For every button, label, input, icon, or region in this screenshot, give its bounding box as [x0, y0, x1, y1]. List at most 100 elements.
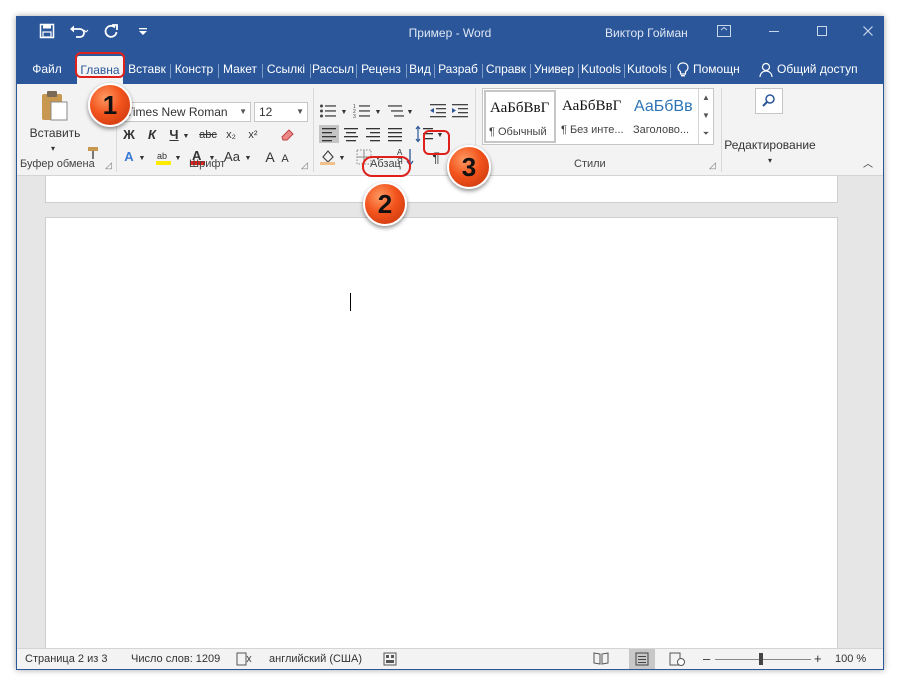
tab-separator — [434, 64, 435, 78]
italic-icon[interactable]: К — [145, 126, 159, 144]
tab-design[interactable]: Констр — [172, 58, 216, 80]
tab-review[interactable]: Реценз — [358, 58, 404, 80]
font-dialog-launcher-icon[interactable]: ◿ — [301, 160, 308, 171]
tab-separator — [578, 64, 579, 78]
tab-kutools[interactable]: Kutools — [580, 58, 622, 80]
share-person-icon[interactable] — [759, 62, 773, 81]
font-size-combo[interactable]: 12 ▼ — [254, 102, 308, 122]
tab-separator — [670, 64, 671, 78]
zoom-slider-thumb[interactable] — [759, 653, 763, 665]
style-heading-1[interactable]: АаБбВв Заголово... — [630, 90, 702, 143]
font-size-value: 12 — [259, 105, 273, 119]
highlight-color-icon[interactable]: ab — [155, 148, 173, 169]
gallery-down-icon[interactable]: ▼ — [699, 107, 713, 125]
highlight-paragraph-label — [362, 156, 411, 177]
web-layout-icon[interactable] — [669, 652, 685, 669]
maximize-icon[interactable] — [807, 22, 837, 42]
change-case-dropdown-icon[interactable]: ▼ — [243, 150, 253, 168]
language-indicator[interactable]: английский (США) — [269, 653, 362, 665]
lightbulb-icon[interactable] — [677, 62, 689, 81]
zoom-level[interactable]: 100 % — [835, 653, 866, 665]
tab-references[interactable]: Ссылкі — [264, 58, 308, 80]
align-center-icon[interactable] — [341, 125, 361, 146]
zoom-in-icon[interactable]: + — [814, 651, 822, 666]
tab-tell-me[interactable]: Помощн — [693, 58, 745, 80]
align-left-icon[interactable] — [319, 125, 339, 143]
bullets-icon[interactable] — [319, 103, 337, 122]
underline-icon[interactable]: Ч — [167, 126, 181, 144]
document-page[interactable] — [45, 217, 838, 657]
font-name-dropdown-icon[interactable]: ▼ — [239, 103, 247, 121]
text-effects-dropdown-icon[interactable]: ▼ — [137, 150, 147, 168]
close-icon[interactable] — [853, 22, 883, 42]
style-sample: АаБбВв — [634, 98, 693, 115]
decrease-indent-icon[interactable] — [429, 103, 447, 122]
vertical-scrollbar[interactable] — [866, 176, 883, 648]
strikethrough-icon[interactable]: abc — [197, 126, 219, 144]
tab-developer[interactable]: Разраб — [436, 58, 480, 80]
superscript-icon[interactable]: x² — [245, 126, 261, 144]
highlight-dropdown-icon[interactable]: ▼ — [173, 150, 183, 168]
underline-dropdown-icon[interactable]: ▼ — [181, 128, 191, 146]
tab-kutools-plus[interactable]: Kutools — [626, 58, 668, 80]
word-count[interactable]: Число слов: 1209 — [131, 653, 220, 665]
style-name: ¶ Без инте... — [561, 124, 624, 136]
share-button[interactable]: Общий доступ — [777, 58, 867, 80]
title-bar: Пример - Word Виктор Гойман — [17, 17, 883, 50]
user-name[interactable]: Виктор Гойман — [605, 26, 688, 40]
clear-formatting-icon[interactable] — [279, 127, 295, 146]
tab-mailings[interactable]: Рассыл — [312, 58, 354, 80]
multilevel-list-icon[interactable] — [387, 103, 405, 122]
tab-insert[interactable]: Вставк — [126, 58, 168, 80]
font-size-dropdown-icon[interactable]: ▼ — [296, 103, 304, 121]
style-no-spacing[interactable]: АаБбВвГ ¶ Без инте... — [558, 90, 630, 143]
tab-separator — [406, 64, 407, 78]
gallery-more-icon[interactable]: ⏷ — [699, 125, 713, 143]
zoom-out-icon[interactable]: – — [703, 651, 710, 666]
tab-file[interactable]: Файл — [25, 58, 69, 80]
group-separator — [721, 88, 722, 172]
increase-indent-icon[interactable] — [451, 103, 469, 122]
callout-badge-3: 3 — [447, 145, 491, 189]
gallery-up-icon[interactable]: ▲ — [699, 89, 713, 107]
collapse-ribbon-icon[interactable]: ︿ — [861, 156, 875, 174]
zoom-slider-track[interactable] — [715, 659, 811, 660]
read-mode-icon[interactable] — [593, 651, 609, 668]
styles-dialog-launcher-icon[interactable]: ◿ — [709, 160, 716, 171]
text-effects-icon[interactable]: A — [121, 148, 137, 166]
search-icon[interactable] — [755, 88, 783, 114]
font-name-combo[interactable]: Times New Roman ▼ — [121, 102, 251, 122]
clipboard-dialog-launcher-icon[interactable]: ◿ — [105, 160, 112, 171]
tab-help[interactable]: Справк — [484, 58, 528, 80]
minimize-icon[interactable] — [759, 22, 789, 42]
tab-universal[interactable]: Универ — [532, 58, 576, 80]
bold-icon[interactable]: Ж — [121, 126, 137, 144]
shading-dropdown-icon[interactable]: ▼ — [337, 150, 347, 168]
editing-dropdown-icon[interactable]: ▾ — [763, 152, 777, 170]
ribbon-display-options-icon[interactable] — [709, 22, 739, 42]
subscript-icon[interactable]: x₂ — [223, 126, 239, 144]
page-counter[interactable]: Страница 2 из 3 — [25, 653, 107, 665]
tab-layout[interactable]: Макет — [220, 58, 260, 80]
numbering-icon[interactable]: 123 — [353, 103, 371, 122]
shrink-font-icon[interactable]: A — [279, 150, 291, 168]
tab-view[interactable]: Вид — [408, 58, 432, 80]
print-layout-icon[interactable] — [629, 649, 655, 669]
grow-font-icon[interactable]: A — [263, 148, 277, 166]
justify-icon[interactable] — [385, 125, 405, 146]
shading-icon[interactable] — [319, 148, 337, 169]
macro-recording-icon[interactable] — [383, 652, 397, 669]
multilevel-dropdown-icon[interactable]: ▼ — [405, 104, 415, 122]
group-separator — [313, 88, 314, 172]
numbering-dropdown-icon[interactable]: ▼ — [373, 104, 383, 122]
align-right-icon[interactable] — [363, 125, 383, 146]
proofing-icon[interactable] — [236, 652, 252, 669]
style-name: ¶ Обычный — [489, 126, 547, 138]
paste-dropdown-icon[interactable]: ▾ — [45, 140, 61, 158]
paste-icon[interactable] — [39, 90, 69, 125]
style-normal[interactable]: АаБбВвГ ¶ Обычный — [484, 90, 556, 143]
document-area — [17, 176, 883, 657]
style-name: Заголово... — [633, 124, 690, 136]
previous-page[interactable] — [45, 176, 838, 203]
bullets-dropdown-icon[interactable]: ▼ — [339, 104, 349, 122]
